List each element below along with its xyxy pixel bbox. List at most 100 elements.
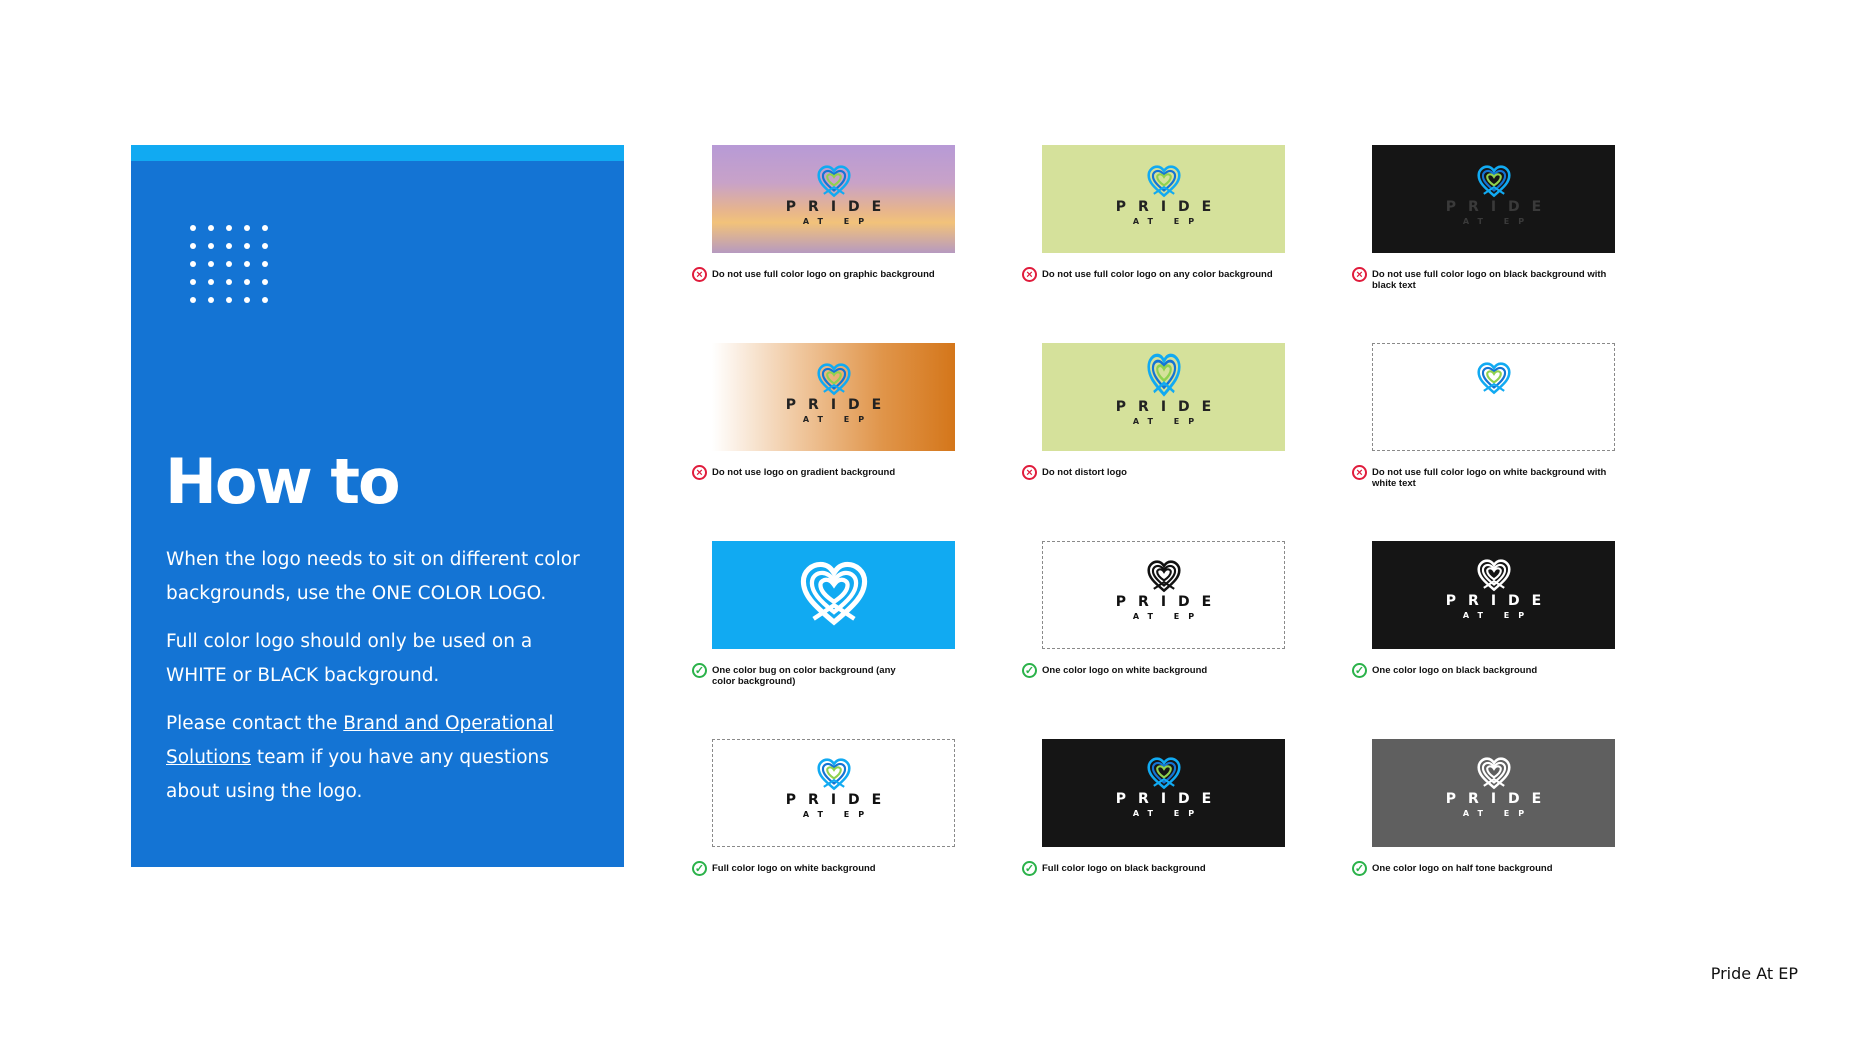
cross-circle-icon: ×	[1352, 267, 1367, 282]
heart-logo-icon	[1477, 559, 1511, 593]
dot	[208, 297, 214, 303]
cross-circle-icon: ×	[1022, 465, 1037, 480]
example-caption: One color logo on black background	[1372, 665, 1538, 676]
contact-text-pre: Please contact the	[166, 713, 344, 734]
info-panel: How to When the logo needs to sit on dif…	[131, 145, 624, 867]
example-caption: Full color logo on black background	[1042, 863, 1206, 874]
logo-word: PRIDE	[1445, 199, 1554, 215]
logo-sub: AT EP	[1462, 611, 1534, 620]
dot	[190, 261, 196, 267]
logo-lockup: PRIDE AT EP	[712, 363, 955, 424]
panel-accent-bar	[131, 145, 624, 161]
logo-lockup: PRIDE AT EP	[1372, 559, 1615, 620]
dot	[190, 297, 196, 303]
heart-logo-icon	[1147, 757, 1181, 791]
page-title: How to	[165, 445, 401, 518]
logo-lockup: PRIDE AT EP	[712, 165, 955, 226]
logo-lockup: PRIDE AT EP	[1042, 165, 1285, 226]
logo-sub: AT EP	[802, 415, 874, 424]
logo-lockup: PRIDE AT EP	[713, 758, 954, 819]
cross-circle-icon: ×	[692, 267, 707, 282]
logo-sub: AT EP	[1132, 612, 1204, 621]
example-caption: Full color logo on white background	[712, 863, 876, 874]
check-circle-icon: ✓	[692, 663, 707, 678]
dot	[262, 243, 268, 249]
logo-lockup: PRIDE AT EP	[1042, 757, 1285, 818]
footer-brand: Pride At EP	[1710, 964, 1798, 983]
logo-lockup: PRIDE AT EP	[1372, 757, 1615, 818]
example-full-color-black: PRIDE AT EP	[1042, 739, 1285, 847]
dot	[262, 297, 268, 303]
dot	[244, 243, 250, 249]
heart-logo-icon	[1477, 165, 1511, 199]
logo-sub: AT EP	[1132, 809, 1204, 818]
cross-circle-icon: ×	[1022, 267, 1037, 282]
dot	[208, 243, 214, 249]
example-caption: Do not use full color logo on black back…	[1372, 269, 1607, 291]
example-caption: Do not use logo on gradient background	[712, 467, 896, 478]
logo-sub: AT EP	[802, 810, 874, 819]
paragraph-full-color: Full color logo should only be used on a…	[166, 631, 533, 686]
heart-logo-icon	[817, 363, 851, 397]
logo-word: PRIDE	[785, 397, 894, 413]
dot	[226, 279, 232, 285]
logo-word: PRIDE	[1445, 593, 1554, 609]
heart-logo-icon	[1147, 165, 1181, 199]
logo-sub: AT EP	[1462, 414, 1534, 423]
logo-lockup: PRIDE AT EP	[1373, 362, 1614, 423]
example-caption: Do not distort logo	[1042, 467, 1127, 478]
logo-sub: AT EP	[1132, 417, 1204, 426]
example-caption: Do not use full color logo on graphic ba…	[712, 269, 935, 280]
example-caption: One color logo on half tone background	[1372, 863, 1553, 874]
dot	[244, 279, 250, 285]
example-caption: One color logo on white background	[1042, 665, 1208, 676]
example-one-color-white: PRIDE AT EP	[1042, 541, 1285, 649]
dot	[208, 261, 214, 267]
dot	[226, 243, 232, 249]
dot	[208, 225, 214, 231]
dot	[190, 225, 196, 231]
dot-grid-decoration	[190, 225, 280, 315]
heart-logo-icon	[817, 758, 851, 792]
logo-word: PRIDE	[1445, 396, 1554, 412]
heart-logo-icon	[1147, 560, 1181, 594]
heart-logo-icon	[1147, 353, 1181, 399]
dot	[262, 279, 268, 285]
logo-word: PRIDE	[785, 792, 894, 808]
cross-circle-icon: ×	[692, 465, 707, 480]
dot	[244, 297, 250, 303]
heart-logo-icon	[1477, 362, 1511, 396]
example-full-color-white: PRIDE AT EP	[712, 739, 955, 847]
logo-word: PRIDE	[1115, 399, 1224, 415]
logo-word: PRIDE	[1445, 791, 1554, 807]
logo-word: PRIDE	[1115, 199, 1224, 215]
heart-logo-icon	[1477, 757, 1511, 791]
example-caption: One color bug on color background (any c…	[712, 665, 896, 687]
dot	[226, 297, 232, 303]
dot	[262, 225, 268, 231]
logo-sub: AT EP	[1462, 809, 1534, 818]
logo-lockup: PRIDE AT EP	[1043, 560, 1284, 621]
check-circle-icon: ✓	[1352, 861, 1367, 876]
example-one-color-halftone: PRIDE AT EP	[1372, 739, 1615, 847]
example-gradient-background: PRIDE AT EP	[712, 343, 955, 451]
dot	[226, 225, 232, 231]
logo-word: PRIDE	[785, 199, 894, 215]
dot	[208, 279, 214, 285]
dot	[244, 225, 250, 231]
panel-body: When the logo needs to sit on different …	[166, 543, 586, 823]
example-caption: Do not use full color logo on white back…	[1372, 467, 1607, 489]
example-black-background-black-text: PRIDE AT EP	[1372, 145, 1615, 253]
logo-word: PRIDE	[1115, 791, 1224, 807]
check-circle-icon: ✓	[692, 861, 707, 876]
dot	[190, 279, 196, 285]
example-color-background: PRIDE AT EP	[1042, 145, 1285, 253]
logo-word: PRIDE	[1115, 594, 1224, 610]
paragraph-contact: Please contact the Brand and Operational…	[166, 707, 586, 809]
logo-lockup: PRIDE AT EP	[1372, 165, 1615, 226]
logo-sub: AT EP	[1132, 217, 1204, 226]
paragraph-one-color: When the logo needs to sit on different …	[166, 549, 580, 604]
example-one-color-bug	[712, 541, 955, 649]
dot	[262, 261, 268, 267]
check-circle-icon: ✓	[1022, 663, 1037, 678]
